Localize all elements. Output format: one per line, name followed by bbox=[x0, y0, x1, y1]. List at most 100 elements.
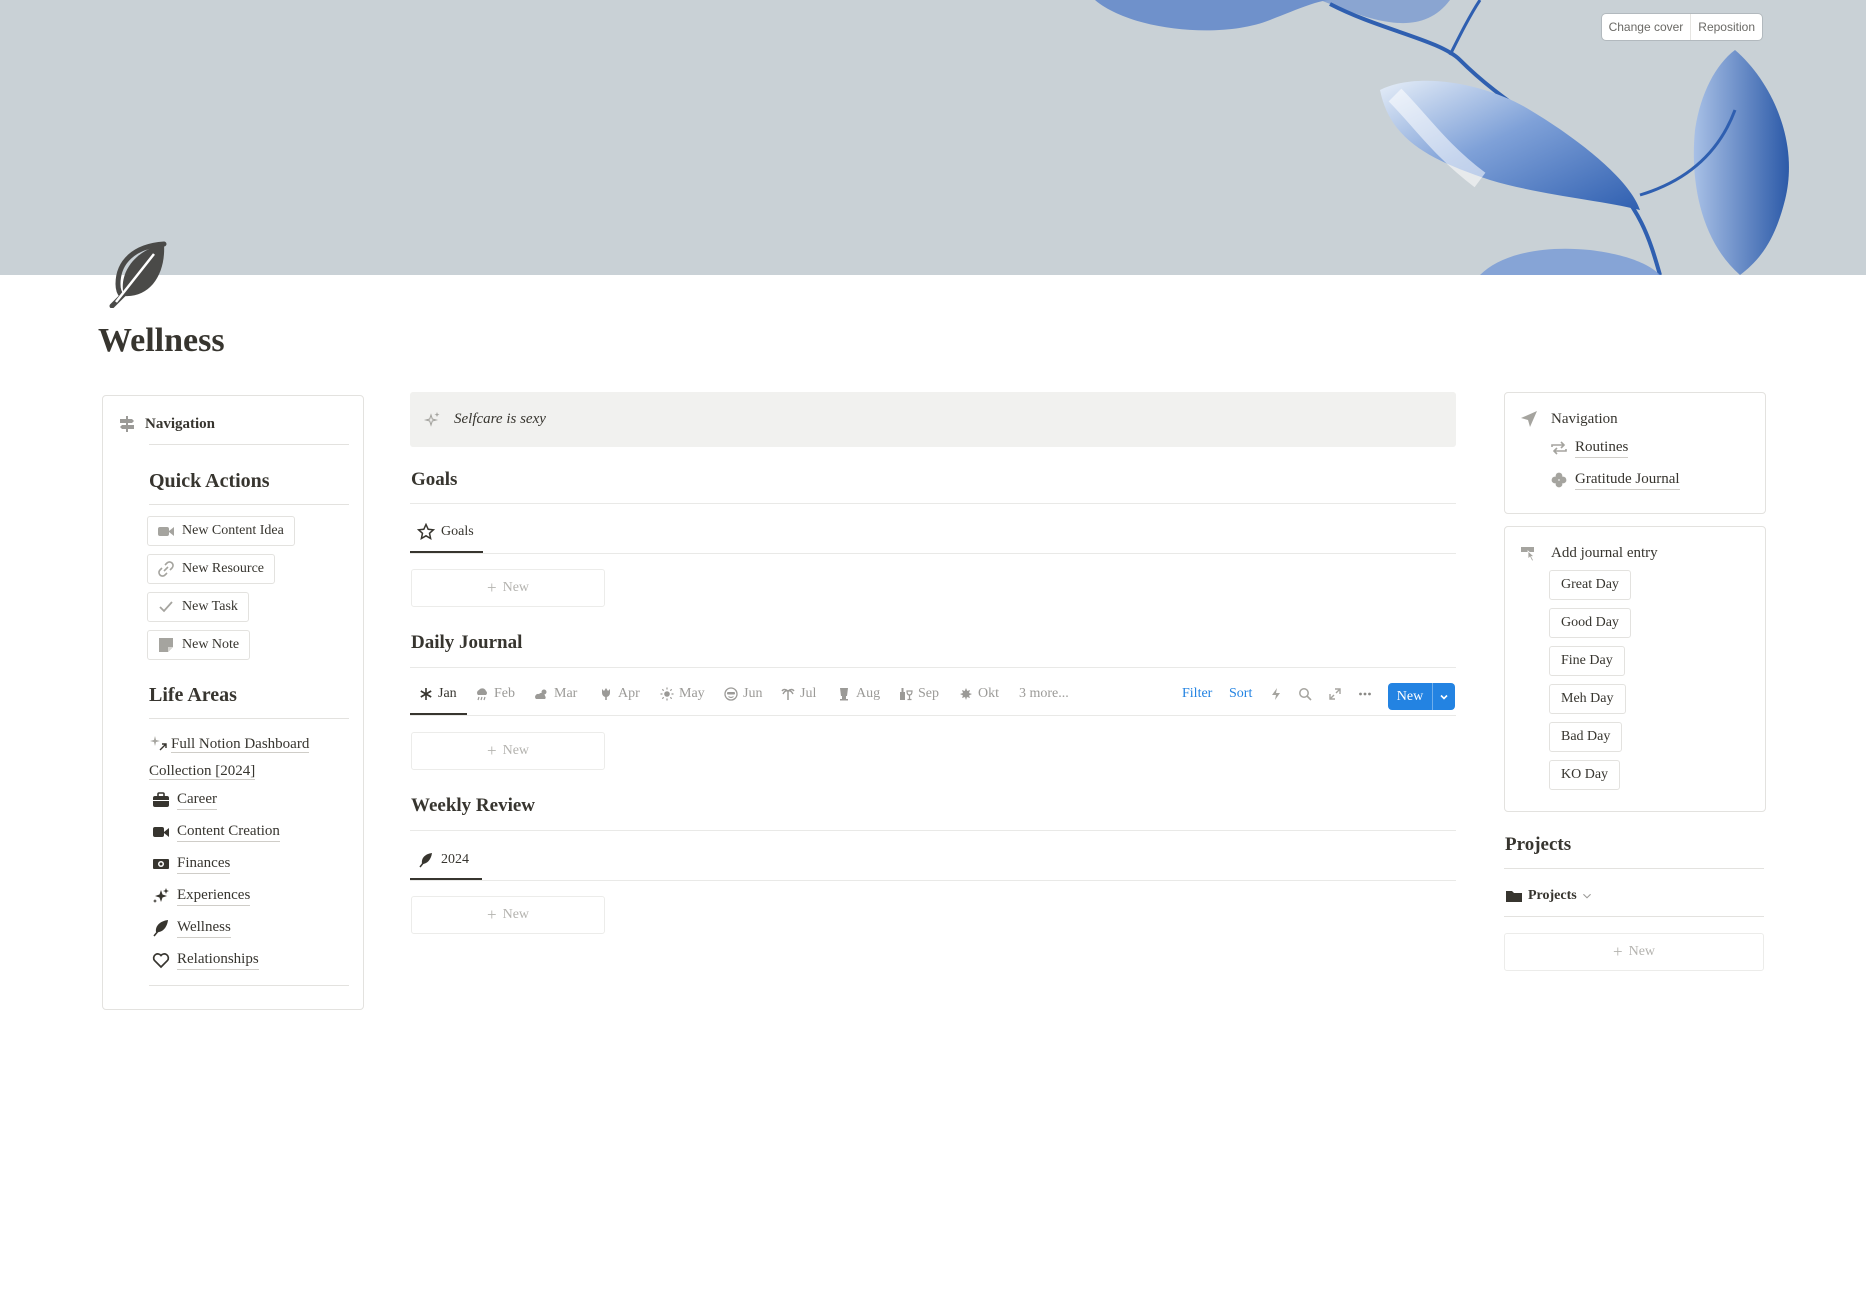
daily-journal-title: Daily Journal bbox=[411, 632, 523, 653]
life-area-label: Full Notion Dashboard bbox=[171, 736, 310, 753]
goals-view-tab[interactable]: Goals bbox=[416, 522, 474, 542]
new-note-button[interactable]: New Note bbox=[147, 630, 251, 660]
left-navigation-panel: Navigation Quick Actions New Content Ide… bbox=[102, 395, 364, 1010]
tab-label: 2024 bbox=[441, 852, 469, 867]
divider bbox=[149, 504, 349, 505]
page-icon-leaf-icon[interactable] bbox=[104, 240, 172, 309]
life-area-finances[interactable]: Finances bbox=[151, 854, 231, 874]
chevron-down-icon[interactable] bbox=[1433, 692, 1455, 702]
fine-day-button[interactable]: Fine Day bbox=[1549, 646, 1625, 676]
search-icon[interactable] bbox=[1296, 685, 1314, 703]
divider bbox=[149, 718, 349, 719]
sparkles-icon bbox=[422, 410, 442, 430]
tab-may[interactable]: May bbox=[659, 686, 705, 702]
new-label: New bbox=[502, 907, 530, 922]
tab-feb[interactable]: Feb bbox=[474, 686, 515, 702]
tab-sep[interactable]: Sep bbox=[898, 686, 939, 702]
right-navigation-header: Navigation bbox=[1519, 409, 1618, 429]
change-cover-button[interactable]: Change cover bbox=[1602, 14, 1691, 40]
tab-okt[interactable]: Okt bbox=[958, 686, 999, 702]
wine-bottles-icon bbox=[898, 686, 914, 702]
sort-button[interactable]: Sort bbox=[1229, 686, 1252, 702]
great-day-button[interactable]: Great Day bbox=[1549, 570, 1631, 600]
projects-view-label: Projects bbox=[1528, 888, 1577, 903]
divider bbox=[410, 830, 1456, 831]
nav-link-label: Routines bbox=[1575, 438, 1629, 458]
good-day-button[interactable]: Good Day bbox=[1549, 608, 1631, 638]
daily-journal-new-row-button[interactable]: + New bbox=[411, 732, 605, 770]
tab-label: Goals bbox=[441, 524, 474, 539]
life-area-label: Experiences bbox=[177, 886, 251, 906]
life-area-label: Collection [2024] bbox=[149, 763, 256, 780]
more-options-icon[interactable] bbox=[1356, 685, 1374, 703]
watercolor-leaves-illustration bbox=[1095, 0, 1789, 275]
life-area-career[interactable]: Career bbox=[151, 790, 217, 810]
quick-action-label: New Content Idea bbox=[182, 523, 284, 538]
tulip-icon bbox=[598, 686, 614, 702]
drink-icon bbox=[836, 686, 852, 702]
new-resource-button[interactable]: New Resource bbox=[147, 554, 276, 584]
journal-entry-header: Add journal entry bbox=[1519, 543, 1658, 563]
tab-aug[interactable]: Aug bbox=[836, 686, 880, 702]
tab-label: Sep bbox=[918, 686, 939, 701]
life-area-experiences[interactable]: Experiences bbox=[151, 886, 251, 906]
expand-icon[interactable] bbox=[1326, 685, 1344, 703]
projects-view-selector[interactable]: Projects bbox=[1504, 886, 1594, 906]
new-entry-button[interactable]: New bbox=[1388, 683, 1455, 710]
divider bbox=[410, 715, 1456, 716]
life-areas-title: Life Areas bbox=[149, 684, 237, 706]
navigation-header[interactable]: Navigation bbox=[117, 414, 215, 434]
life-area-label: Content Creation bbox=[177, 822, 280, 842]
life-area-content-creation[interactable]: Content Creation bbox=[151, 822, 280, 842]
journal-entry-panel: Add journal entry Great Day Good Day Fin… bbox=[1504, 526, 1766, 812]
new-button-label: New bbox=[1388, 683, 1433, 710]
nav-link-routines[interactable]: Routines bbox=[1549, 438, 1629, 458]
goals-new-row-button[interactable]: + New bbox=[411, 569, 605, 607]
cover-image: Change cover Reposition bbox=[0, 0, 1866, 275]
tab-jan[interactable]: Jan bbox=[418, 686, 457, 702]
weekly-review-new-row-button[interactable]: + New bbox=[411, 896, 605, 934]
projects-new-row-button[interactable]: + New bbox=[1504, 933, 1764, 971]
leaf-icon bbox=[151, 918, 171, 938]
life-area-relationships[interactable]: Relationships bbox=[151, 950, 259, 970]
nav-link-gratitude-journal[interactable]: Gratitude Journal bbox=[1549, 470, 1680, 490]
reposition-button[interactable]: Reposition bbox=[1690, 14, 1762, 40]
tab-label: Jan bbox=[438, 686, 457, 701]
divider bbox=[149, 985, 349, 986]
divider bbox=[1504, 868, 1764, 869]
right-navigation-title: Navigation bbox=[1551, 410, 1618, 427]
new-task-button[interactable]: New Task bbox=[147, 592, 249, 622]
automation-icon[interactable] bbox=[1267, 685, 1285, 703]
snowflake-icon bbox=[418, 686, 434, 702]
weekly-review-view-tab[interactable]: 2024 bbox=[416, 850, 469, 870]
hand-pointer-icon bbox=[1519, 543, 1539, 563]
tab-label: Jul bbox=[800, 686, 817, 701]
filter-button[interactable]: Filter bbox=[1182, 686, 1212, 702]
new-content-idea-button[interactable]: New Content Idea bbox=[147, 516, 295, 546]
quick-action-label: New Resource bbox=[182, 561, 265, 576]
tab-jun[interactable]: Jun bbox=[723, 686, 762, 702]
plus-icon: + bbox=[1612, 942, 1623, 961]
life-area-dashboard-collection[interactable]: Full Notion Dashboard Collection [2024] bbox=[149, 731, 349, 785]
tab-mar[interactable]: Mar bbox=[534, 686, 577, 702]
tab-label: May bbox=[679, 686, 705, 701]
life-area-label: Career bbox=[177, 790, 217, 810]
tab-more[interactable]: 3 more... bbox=[1019, 686, 1069, 702]
life-area-label: Finances bbox=[177, 854, 231, 874]
sunglasses-face-icon bbox=[723, 686, 739, 702]
new-label: New bbox=[502, 743, 530, 758]
tab-jul[interactable]: Jul bbox=[780, 686, 816, 702]
tab-apr[interactable]: Apr bbox=[598, 686, 640, 702]
nav-link-label: Gratitude Journal bbox=[1575, 470, 1680, 490]
goals-title: Goals bbox=[411, 469, 458, 490]
quick-actions-title: Quick Actions bbox=[149, 470, 270, 492]
divider bbox=[410, 667, 1456, 668]
bad-day-button[interactable]: Bad Day bbox=[1549, 722, 1623, 752]
signpost-icon bbox=[117, 414, 137, 434]
life-area-wellness[interactable]: Wellness bbox=[151, 918, 231, 938]
ko-day-button[interactable]: KO Day bbox=[1549, 760, 1621, 790]
meh-day-button[interactable]: Meh Day bbox=[1549, 684, 1626, 714]
location-arrow-icon bbox=[1519, 409, 1539, 429]
maple-leaf-icon bbox=[958, 686, 974, 702]
video-camera-icon bbox=[156, 521, 176, 541]
